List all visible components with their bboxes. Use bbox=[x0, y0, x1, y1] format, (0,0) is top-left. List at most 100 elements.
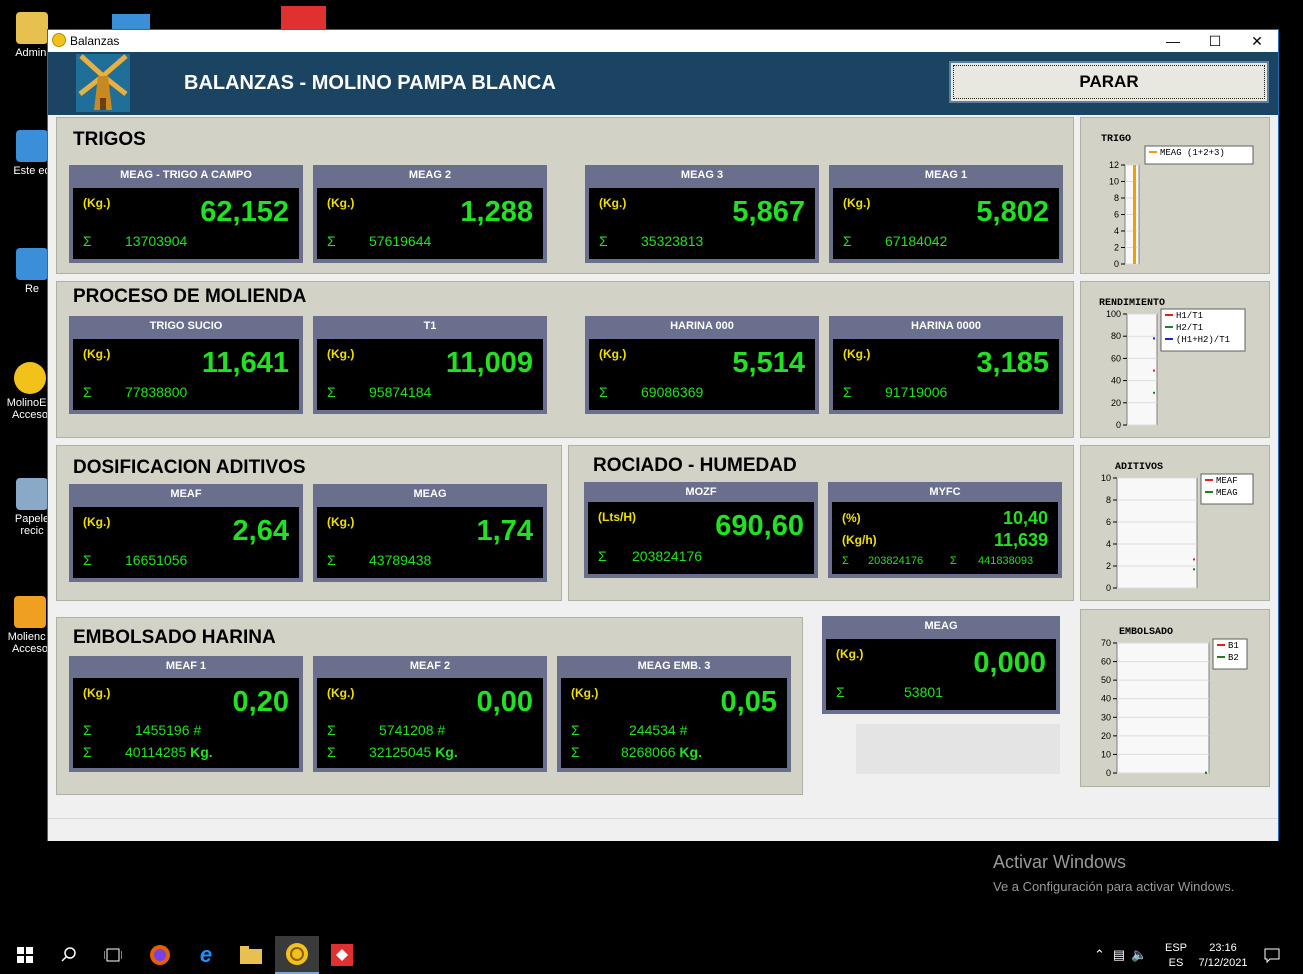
legend-label: (H1+H2)/T1 bbox=[1176, 335, 1230, 345]
accumulated-total: 35323813 bbox=[641, 233, 704, 249]
scale-card-meag-3: MEAG 3 (Kg.) 5,867 Σ 35323813 bbox=[585, 165, 819, 263]
scale-card-trigo-sucio: TRIGO SUCIO (Kg.) 11,641 Σ 77838800 bbox=[69, 316, 303, 414]
close-button[interactable]: ✕ bbox=[1236, 30, 1278, 52]
legend-label: H2/T1 bbox=[1176, 323, 1203, 333]
bar-meag-1-2-3- bbox=[1133, 165, 1136, 264]
y-tick-label: 70 bbox=[1101, 638, 1111, 648]
chart-title: EMBOLSADO bbox=[1119, 627, 1173, 638]
chart-trigo: TRIGO 0 2 4 6 8 10 12 MEAG (1+2+3) bbox=[1101, 134, 1254, 269]
bagging-card-meag-emb-3: MEAG EMB. 3 (Kg.) 0,05 Σ 244534 # Σ 8268… bbox=[557, 656, 791, 772]
anydesk-icon bbox=[331, 944, 353, 966]
unit-label: (Kg/h) bbox=[842, 533, 877, 547]
flow-kgh-value: 11,639 bbox=[993, 530, 1048, 550]
card-title: MEAF 1 bbox=[165, 660, 207, 672]
card-title: MEAG 1 bbox=[924, 169, 968, 181]
maximize-button[interactable]: ☐ bbox=[1194, 30, 1236, 52]
card-title: MOZF bbox=[685, 486, 717, 498]
weight-value: 62,152 bbox=[200, 196, 289, 228]
accumulated-kg: 32125045 Kg. bbox=[369, 744, 458, 760]
desktop-shortcut-icon[interactable] bbox=[281, 6, 326, 29]
humidity-percent-value: 10,40 bbox=[1002, 508, 1048, 528]
app-title: BALANZAS - MOLINO PAMPA BLANCA bbox=[184, 72, 556, 94]
y-tick-label: 80 bbox=[1111, 331, 1121, 341]
y-tick-label: 6 bbox=[1106, 517, 1111, 527]
chart-panel-embolsado: EMBOLSADO 0 10 20 30 40 50 60 70 B1 B2 bbox=[1080, 609, 1270, 787]
card-title: HARINA 000 bbox=[670, 320, 734, 332]
taskbar-firefox[interactable] bbox=[138, 936, 182, 974]
accumulated-total: 53801 bbox=[904, 684, 943, 700]
sigma-icon: Σ bbox=[327, 552, 336, 568]
point-b2 bbox=[1205, 772, 1207, 774]
search-button[interactable] bbox=[47, 936, 91, 974]
sigma-icon: Σ bbox=[327, 744, 336, 760]
task-view-icon bbox=[104, 948, 122, 962]
legend-label: MEAG (1+2+3) bbox=[1160, 148, 1225, 158]
sigma-icon: Σ bbox=[950, 555, 957, 567]
rociado-panel: ROCIADO - HUMEDAD MOZF (Lts/H) 690,60 Σ … bbox=[568, 445, 1074, 601]
y-tick-label: 30 bbox=[1101, 712, 1111, 722]
y-tick-label: 8 bbox=[1114, 193, 1119, 203]
taskbar-internet-explorer[interactable]: e bbox=[184, 936, 228, 974]
scale-card-myfc: MYFC (%) 10,40 (Kg/h) 11,639 Σ 203824176… bbox=[828, 482, 1062, 578]
notifications-button[interactable] bbox=[1262, 936, 1282, 974]
chart-panel-aditivos: ADITIVOS 0 2 4 6 8 10 MEAF MEAG bbox=[1080, 445, 1270, 601]
point-h1-t1 bbox=[1153, 369, 1155, 372]
unit-label: (Kg.) bbox=[327, 347, 355, 361]
y-tick-label: 10 bbox=[1101, 473, 1111, 483]
card-title: MEAG 2 bbox=[408, 169, 452, 181]
scale-card-meag: MEAG (Kg.) 1,74 Σ 43789438 bbox=[313, 484, 547, 582]
taskbar-file-explorer[interactable] bbox=[229, 936, 273, 974]
sigma-icon: Σ bbox=[83, 744, 92, 760]
show-hidden-icons-chevron-icon[interactable]: ⌃ bbox=[1094, 947, 1105, 963]
start-button[interactable] bbox=[3, 936, 47, 974]
accumulated-total: 69086369 bbox=[641, 384, 704, 400]
window-titlebar[interactable]: Balanzas — ☐ ✕ bbox=[48, 30, 1278, 52]
trigos-panel: TRIGOS MEAG - TRIGO A CAMPO (Kg.) 62,152… bbox=[56, 117, 1074, 274]
y-tick-label: 10 bbox=[1101, 749, 1111, 759]
unit-label: (Kg.) bbox=[327, 515, 355, 529]
unit-label: (%) bbox=[842, 511, 861, 525]
search-icon bbox=[61, 947, 76, 962]
accumulated-kg: 8268066 Kg. bbox=[621, 744, 702, 760]
weight-value: 1,74 bbox=[476, 515, 533, 547]
y-tick-label: 4 bbox=[1106, 539, 1111, 549]
taskbar-anydesk[interactable] bbox=[320, 936, 364, 974]
scale-card-harina-000: HARINA 000 (Kg.) 5,514 Σ 69086369 bbox=[585, 316, 819, 414]
card-title: T1 bbox=[423, 320, 437, 332]
stop-button[interactable]: PARAR bbox=[949, 61, 1269, 103]
chart-panel-rendimiento: RENDIMIENTO 0 20 40 60 80 100 H1/T1 H2/T1 (H1+H2)… bbox=[1080, 281, 1270, 438]
legend-label: MEAG bbox=[1216, 488, 1238, 498]
activation-watermark: Activar Windows Ve a Configuración para … bbox=[993, 852, 1234, 894]
y-tick-label: 4 bbox=[1114, 226, 1119, 236]
accumulated-total: 91719006 bbox=[885, 384, 948, 400]
bagging-card-meaf-2: MEAF 2 (Kg.) 0,00 Σ 5741208 # Σ 32125045… bbox=[313, 656, 547, 772]
background-block bbox=[856, 724, 1060, 774]
desktop-shortcut-icon[interactable] bbox=[112, 14, 150, 29]
legend-label: B1 bbox=[1228, 641, 1239, 651]
molino-app-icon bbox=[286, 943, 308, 965]
unit-label: (Kg.) bbox=[83, 686, 111, 700]
accumulated-kg: 40114285 Kg. bbox=[125, 744, 213, 760]
network-icon[interactable]: ▤ bbox=[1113, 947, 1125, 963]
clock[interactable]: 23:16 7/12/2021 bbox=[1196, 936, 1250, 974]
scale-card-meaf: MEAF (Kg.) 2,64 Σ 16651056 bbox=[69, 484, 303, 582]
molienda-app-icon bbox=[14, 596, 46, 628]
aditivos-panel: DOSIFICACION ADITIVOS MEAF (Kg.) 2,64 Σ … bbox=[56, 445, 562, 601]
plot-area bbox=[1116, 477, 1198, 589]
card-title: MEAF 2 bbox=[409, 660, 451, 672]
task-view-button[interactable] bbox=[91, 936, 135, 974]
weight-value: 1,288 bbox=[460, 196, 533, 228]
sigma-icon: Σ bbox=[842, 555, 849, 567]
language-indicator[interactable]: ESP ES bbox=[1163, 936, 1189, 974]
minimize-button[interactable]: — bbox=[1152, 30, 1194, 52]
accumulated-total: 203824176 bbox=[632, 548, 703, 564]
flow-value: 690,60 bbox=[715, 510, 804, 542]
chart-title: RENDIMIENTO bbox=[1099, 298, 1165, 309]
unit-label: (Kg.) bbox=[599, 196, 627, 210]
weight-value: 5,514 bbox=[732, 347, 805, 379]
taskbar-balanzas[interactable] bbox=[275, 936, 319, 974]
accumulated-total: 13703904 bbox=[125, 233, 188, 249]
volume-icon[interactable]: 🔈 bbox=[1131, 947, 1147, 963]
scale-card-meag-1: MEAG 1 (Kg.) 5,802 Σ 67184042 bbox=[829, 165, 1063, 263]
weight-value: 0,00 bbox=[476, 686, 533, 718]
